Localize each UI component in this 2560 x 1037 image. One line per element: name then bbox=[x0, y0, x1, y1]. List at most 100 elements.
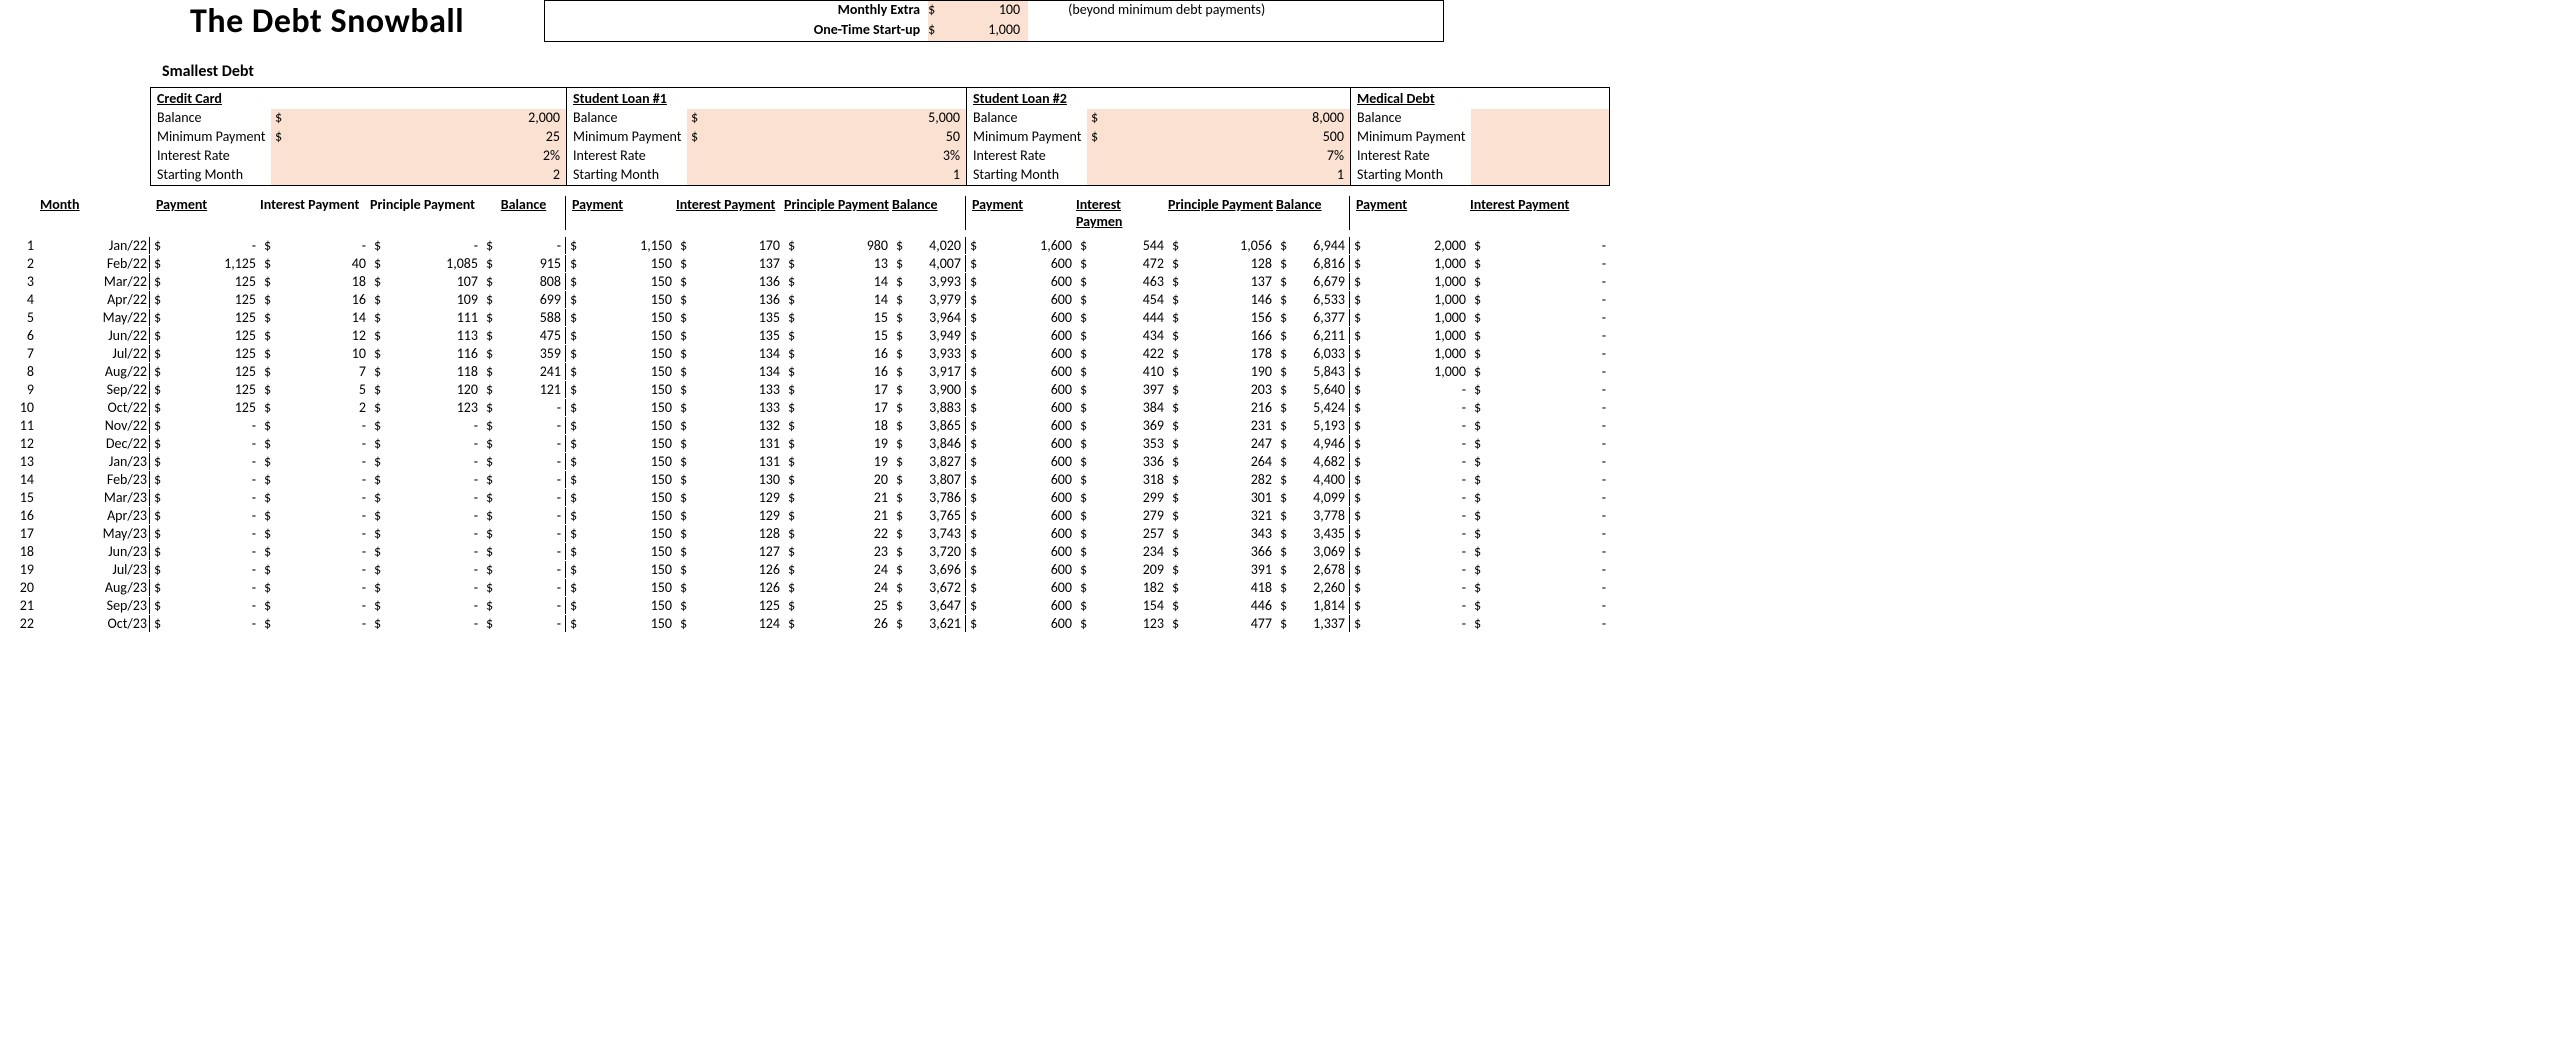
cell[interactable]: $20 bbox=[784, 471, 892, 488]
cell[interactable]: $234 bbox=[1076, 543, 1168, 560]
cell[interactable]: $600 bbox=[966, 255, 1076, 272]
cell[interactable]: $19 bbox=[784, 453, 892, 470]
cell[interactable]: $- bbox=[1350, 381, 1470, 398]
interest-rate-value[interactable] bbox=[1471, 147, 1609, 166]
cell[interactable]: $3,720 bbox=[892, 543, 966, 560]
cell[interactable]: $446 bbox=[1168, 597, 1276, 614]
cell[interactable]: $137 bbox=[1168, 273, 1276, 290]
cell[interactable]: $- bbox=[1350, 597, 1470, 614]
cell[interactable]: $- bbox=[150, 615, 260, 632]
cell[interactable]: $- bbox=[260, 417, 370, 434]
cell[interactable]: $130 bbox=[676, 471, 784, 488]
cell[interactable]: $6,533 bbox=[1276, 291, 1350, 308]
cell[interactable]: $113 bbox=[370, 327, 482, 344]
cell[interactable]: $588 bbox=[482, 309, 566, 326]
cell[interactable]: $321 bbox=[1168, 507, 1276, 524]
cell[interactable]: $600 bbox=[966, 363, 1076, 380]
cell[interactable]: $125 bbox=[150, 381, 260, 398]
cell[interactable]: $- bbox=[482, 471, 566, 488]
cell[interactable]: $3,069 bbox=[1276, 543, 1350, 560]
cell[interactable]: $15 bbox=[784, 327, 892, 344]
cell[interactable]: $120 bbox=[370, 381, 482, 398]
cell[interactable]: $- bbox=[370, 615, 482, 632]
cell[interactable]: $- bbox=[1350, 579, 1470, 596]
cell[interactable]: $- bbox=[1470, 399, 1610, 416]
cell[interactable]: $- bbox=[1470, 255, 1610, 272]
cell[interactable]: $- bbox=[1470, 309, 1610, 326]
cell[interactable]: $216 bbox=[1168, 399, 1276, 416]
cell[interactable]: $25 bbox=[784, 597, 892, 614]
cell[interactable]: $- bbox=[150, 525, 260, 542]
cell[interactable]: $209 bbox=[1076, 561, 1168, 578]
cell[interactable]: $- bbox=[482, 489, 566, 506]
cell[interactable]: $17 bbox=[784, 399, 892, 416]
cell[interactable]: $980 bbox=[784, 237, 892, 254]
cell[interactable]: $5,424 bbox=[1276, 399, 1350, 416]
cell[interactable]: $4,682 bbox=[1276, 453, 1350, 470]
cell[interactable]: $121 bbox=[482, 381, 566, 398]
cell[interactable]: $128 bbox=[1168, 255, 1276, 272]
cell[interactable]: $369 bbox=[1076, 417, 1168, 434]
cell[interactable]: $6,679 bbox=[1276, 273, 1350, 290]
cell[interactable]: $18 bbox=[784, 417, 892, 434]
cell[interactable]: $146 bbox=[1168, 291, 1276, 308]
cell[interactable]: $4,946 bbox=[1276, 435, 1350, 452]
cell[interactable]: $600 bbox=[966, 615, 1076, 632]
cell[interactable]: $3,621 bbox=[892, 615, 966, 632]
cell[interactable]: $3,827 bbox=[892, 453, 966, 470]
cell[interactable]: $131 bbox=[676, 435, 784, 452]
cell[interactable]: $129 bbox=[676, 489, 784, 506]
cell[interactable]: $600 bbox=[966, 327, 1076, 344]
min-payment-value[interactable]: $500 bbox=[1087, 128, 1350, 147]
cell[interactable]: $3,917 bbox=[892, 363, 966, 380]
cell[interactable]: $- bbox=[482, 579, 566, 596]
cell[interactable]: $3,883 bbox=[892, 399, 966, 416]
cell[interactable]: $125 bbox=[150, 309, 260, 326]
cell[interactable]: $- bbox=[260, 525, 370, 542]
cell[interactable]: $- bbox=[150, 489, 260, 506]
cell[interactable]: $128 bbox=[676, 525, 784, 542]
cell[interactable]: $3,964 bbox=[892, 309, 966, 326]
cell[interactable]: $3,778 bbox=[1276, 507, 1350, 524]
cell[interactable]: $- bbox=[1350, 489, 1470, 506]
cell[interactable]: $366 bbox=[1168, 543, 1276, 560]
cell[interactable]: $166 bbox=[1168, 327, 1276, 344]
cell[interactable]: $1,085 bbox=[370, 255, 482, 272]
starting-month-value[interactable]: 1 bbox=[687, 166, 966, 185]
cell[interactable]: $- bbox=[1470, 543, 1610, 560]
cell[interactable]: $- bbox=[260, 453, 370, 470]
starting-month-value[interactable] bbox=[1471, 166, 1609, 185]
cell[interactable]: $808 bbox=[482, 273, 566, 290]
cell[interactable]: $600 bbox=[966, 309, 1076, 326]
cell[interactable]: $- bbox=[150, 237, 260, 254]
cell[interactable]: $3,993 bbox=[892, 273, 966, 290]
cell[interactable]: $- bbox=[1350, 435, 1470, 452]
cell[interactable]: $150 bbox=[566, 579, 676, 596]
cell[interactable]: $14 bbox=[784, 273, 892, 290]
cell[interactable]: $18 bbox=[260, 273, 370, 290]
cell[interactable]: $135 bbox=[676, 309, 784, 326]
cell[interactable]: $3,696 bbox=[892, 561, 966, 578]
cell[interactable]: $- bbox=[482, 561, 566, 578]
cell[interactable]: $- bbox=[150, 561, 260, 578]
cell[interactable]: $2,678 bbox=[1276, 561, 1350, 578]
cell[interactable]: $178 bbox=[1168, 345, 1276, 362]
cell[interactable]: $150 bbox=[566, 399, 676, 416]
cell[interactable]: $- bbox=[260, 507, 370, 524]
cell[interactable]: $24 bbox=[784, 579, 892, 596]
cell[interactable]: $150 bbox=[566, 525, 676, 542]
cell[interactable]: $150 bbox=[566, 291, 676, 308]
cell[interactable]: $126 bbox=[676, 561, 784, 578]
cell[interactable]: $150 bbox=[566, 435, 676, 452]
cell[interactable]: $150 bbox=[566, 381, 676, 398]
cell[interactable]: $699 bbox=[482, 291, 566, 308]
cell[interactable]: $600 bbox=[966, 399, 1076, 416]
cell[interactable]: $600 bbox=[966, 345, 1076, 362]
cell[interactable]: $123 bbox=[370, 399, 482, 416]
cell[interactable]: $434 bbox=[1076, 327, 1168, 344]
cell[interactable]: $454 bbox=[1076, 291, 1168, 308]
cell[interactable]: $- bbox=[150, 597, 260, 614]
cell[interactable]: $150 bbox=[566, 597, 676, 614]
cell[interactable]: $1,150 bbox=[566, 237, 676, 254]
cell[interactable]: $150 bbox=[566, 345, 676, 362]
